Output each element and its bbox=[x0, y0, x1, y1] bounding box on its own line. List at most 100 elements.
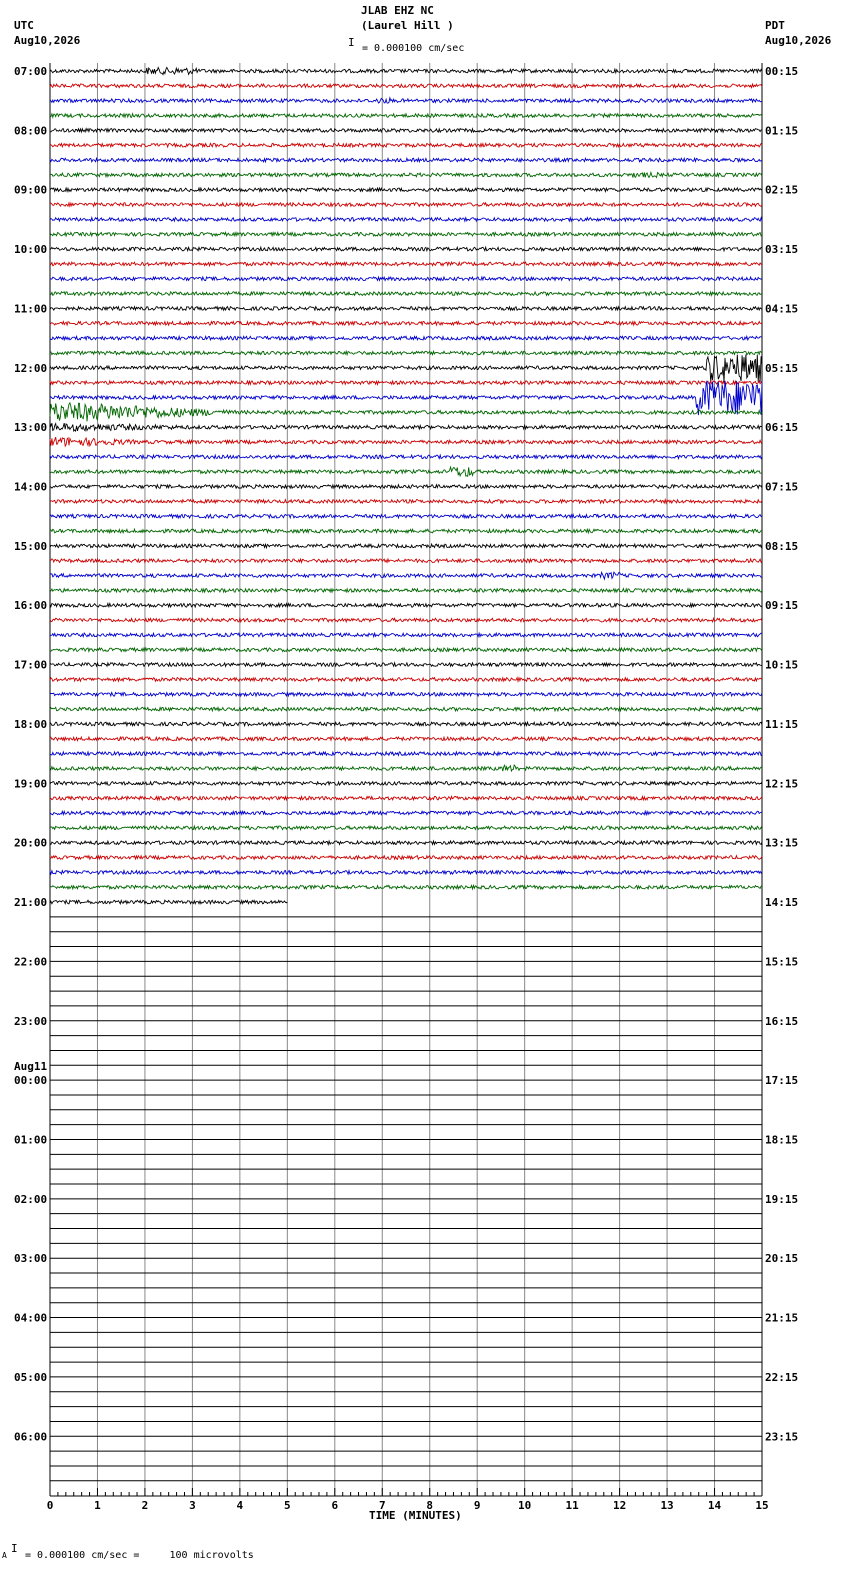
utc-hour-label: 08:00 bbox=[14, 124, 47, 137]
pdt-hour-label: 17:15 bbox=[765, 1074, 798, 1087]
x-tick-label: 0 bbox=[47, 1499, 54, 1512]
utc-hour-label: 10:00 bbox=[14, 243, 47, 256]
seismic-trace bbox=[49, 201, 763, 208]
x-tick-label: 10 bbox=[518, 1499, 531, 1512]
pdt-hour-label: 13:15 bbox=[765, 837, 798, 850]
utc-hour-label: 12:00 bbox=[14, 362, 47, 375]
utc-date-change-label: Aug11 bbox=[14, 1060, 47, 1073]
utc-hour-label: 02:00 bbox=[14, 1193, 47, 1206]
utc-hour-label: 14:00 bbox=[14, 481, 47, 494]
x-tick-label: 15 bbox=[755, 1499, 768, 1512]
x-tick-label: 13 bbox=[660, 1499, 673, 1512]
utc-hour-label: 06:00 bbox=[14, 1430, 47, 1443]
seismic-trace bbox=[49, 334, 763, 342]
pdt-hour-label: 00:15 bbox=[765, 65, 798, 78]
seismic-trace bbox=[49, 527, 763, 535]
seismic-trace bbox=[49, 436, 763, 448]
pdt-hour-label: 01:15 bbox=[765, 124, 798, 137]
x-tick-label: 4 bbox=[237, 1499, 244, 1512]
utc-hour-label: 00:00 bbox=[14, 1074, 47, 1087]
seismic-trace bbox=[49, 260, 763, 268]
pdt-hour-label: 20:15 bbox=[765, 1252, 798, 1265]
pdt-hour-label: 12:15 bbox=[765, 777, 798, 790]
x-tick-label: 11 bbox=[566, 1499, 580, 1512]
pdt-hour-label: 05:15 bbox=[765, 362, 798, 375]
seismic-trace bbox=[49, 824, 763, 832]
utc-hour-label: 07:00 bbox=[14, 65, 47, 78]
pdt-hour-label: 02:15 bbox=[765, 184, 798, 197]
footer-scale-bar-icon: I bbox=[11, 1542, 18, 1555]
x-tick-label: 1 bbox=[94, 1499, 101, 1512]
utc-hour-label: 01:00 bbox=[14, 1133, 47, 1146]
x-tick-label: 5 bbox=[284, 1499, 291, 1512]
x-axis-title: TIME (MINUTES) bbox=[369, 1509, 462, 1522]
seismic-trace bbox=[49, 379, 763, 386]
pdt-hour-label: 19:15 bbox=[765, 1193, 798, 1206]
pdt-hour-label: 15:15 bbox=[765, 955, 798, 968]
pdt-hour-label: 11:15 bbox=[765, 718, 798, 731]
seismic-trace bbox=[49, 380, 763, 416]
utc-hour-label: 15:00 bbox=[14, 540, 47, 553]
seismic-trace bbox=[49, 898, 288, 906]
seismic-trace bbox=[49, 422, 763, 433]
seismic-trace bbox=[49, 661, 763, 668]
seismic-trace bbox=[49, 587, 763, 594]
pdt-hour-label: 03:15 bbox=[765, 243, 798, 256]
seismic-trace bbox=[49, 290, 763, 298]
pdt-hour-label: 14:15 bbox=[765, 896, 798, 909]
seismic-trace bbox=[49, 542, 763, 550]
seismic-trace bbox=[49, 453, 763, 461]
utc-hour-label: 09:00 bbox=[14, 184, 47, 197]
x-tick-label: 6 bbox=[331, 1499, 338, 1512]
pdt-hour-label: 16:15 bbox=[765, 1015, 798, 1028]
seismogram-plot: 07:00 08:00 09:00 10:00 11:00 12:00 13:00 14:00… bbox=[14, 63, 798, 1512]
utc-hour-label: 22:00 bbox=[14, 955, 47, 968]
seismic-trace bbox=[49, 245, 763, 253]
seismic-trace bbox=[49, 465, 763, 478]
seismic-trace bbox=[49, 497, 763, 505]
utc-hour-label: 19:00 bbox=[14, 777, 47, 790]
seismic-trace bbox=[49, 676, 763, 683]
seismic-trace bbox=[49, 616, 763, 624]
utc-hour-label: 21:00 bbox=[14, 896, 47, 909]
pdt-hour-label: 18:15 bbox=[765, 1133, 798, 1146]
pdt-hour-label: 10:15 bbox=[765, 659, 798, 672]
seismic-trace bbox=[49, 401, 763, 422]
seismic-trace bbox=[49, 735, 763, 743]
seismic-trace bbox=[49, 557, 763, 564]
seismic-trace bbox=[49, 750, 763, 758]
seismic-trace bbox=[49, 883, 763, 891]
seismic-trace bbox=[49, 142, 763, 149]
footer-scale-label: = 0.000100 cm/sec = 100 microvolts bbox=[25, 1550, 254, 1561]
pdt-hour-label: 09:15 bbox=[765, 599, 798, 612]
pdt-hour-label: 23:15 bbox=[765, 1430, 798, 1443]
utc-hour-label: 04:00 bbox=[14, 1312, 47, 1325]
pdt-hour-label: 22:15 bbox=[765, 1371, 798, 1384]
seismic-trace bbox=[49, 483, 763, 490]
x-tick-label: 14 bbox=[708, 1499, 722, 1512]
seismic-trace bbox=[49, 275, 763, 282]
x-tick-label: 2 bbox=[142, 1499, 149, 1512]
seismic-trace bbox=[50, 646, 763, 654]
pdt-hour-label: 21:15 bbox=[765, 1312, 798, 1325]
utc-hour-label: 16:00 bbox=[14, 599, 47, 612]
seismic-trace bbox=[49, 720, 763, 728]
seismic-trace bbox=[49, 112, 763, 119]
seismic-trace bbox=[49, 170, 763, 179]
seismic-trace bbox=[49, 305, 763, 312]
utc-hour-label: 18:00 bbox=[14, 718, 47, 731]
seismic-trace bbox=[49, 96, 763, 104]
x-tick-label: 9 bbox=[474, 1499, 481, 1512]
seismic-trace bbox=[49, 570, 763, 581]
footer-prefix: A bbox=[2, 1551, 7, 1560]
utc-hour-label: 05:00 bbox=[14, 1371, 47, 1384]
x-tick-label: 12 bbox=[613, 1499, 626, 1512]
seismic-trace bbox=[49, 186, 763, 193]
pdt-hour-label: 04:15 bbox=[765, 302, 798, 315]
seismic-trace bbox=[49, 631, 763, 639]
pdt-hour-label: 07:15 bbox=[765, 481, 798, 494]
seismic-trace bbox=[49, 854, 763, 861]
seismic-trace bbox=[49, 705, 763, 713]
seismic-trace bbox=[49, 215, 763, 223]
utc-hour-label: 03:00 bbox=[14, 1252, 47, 1265]
